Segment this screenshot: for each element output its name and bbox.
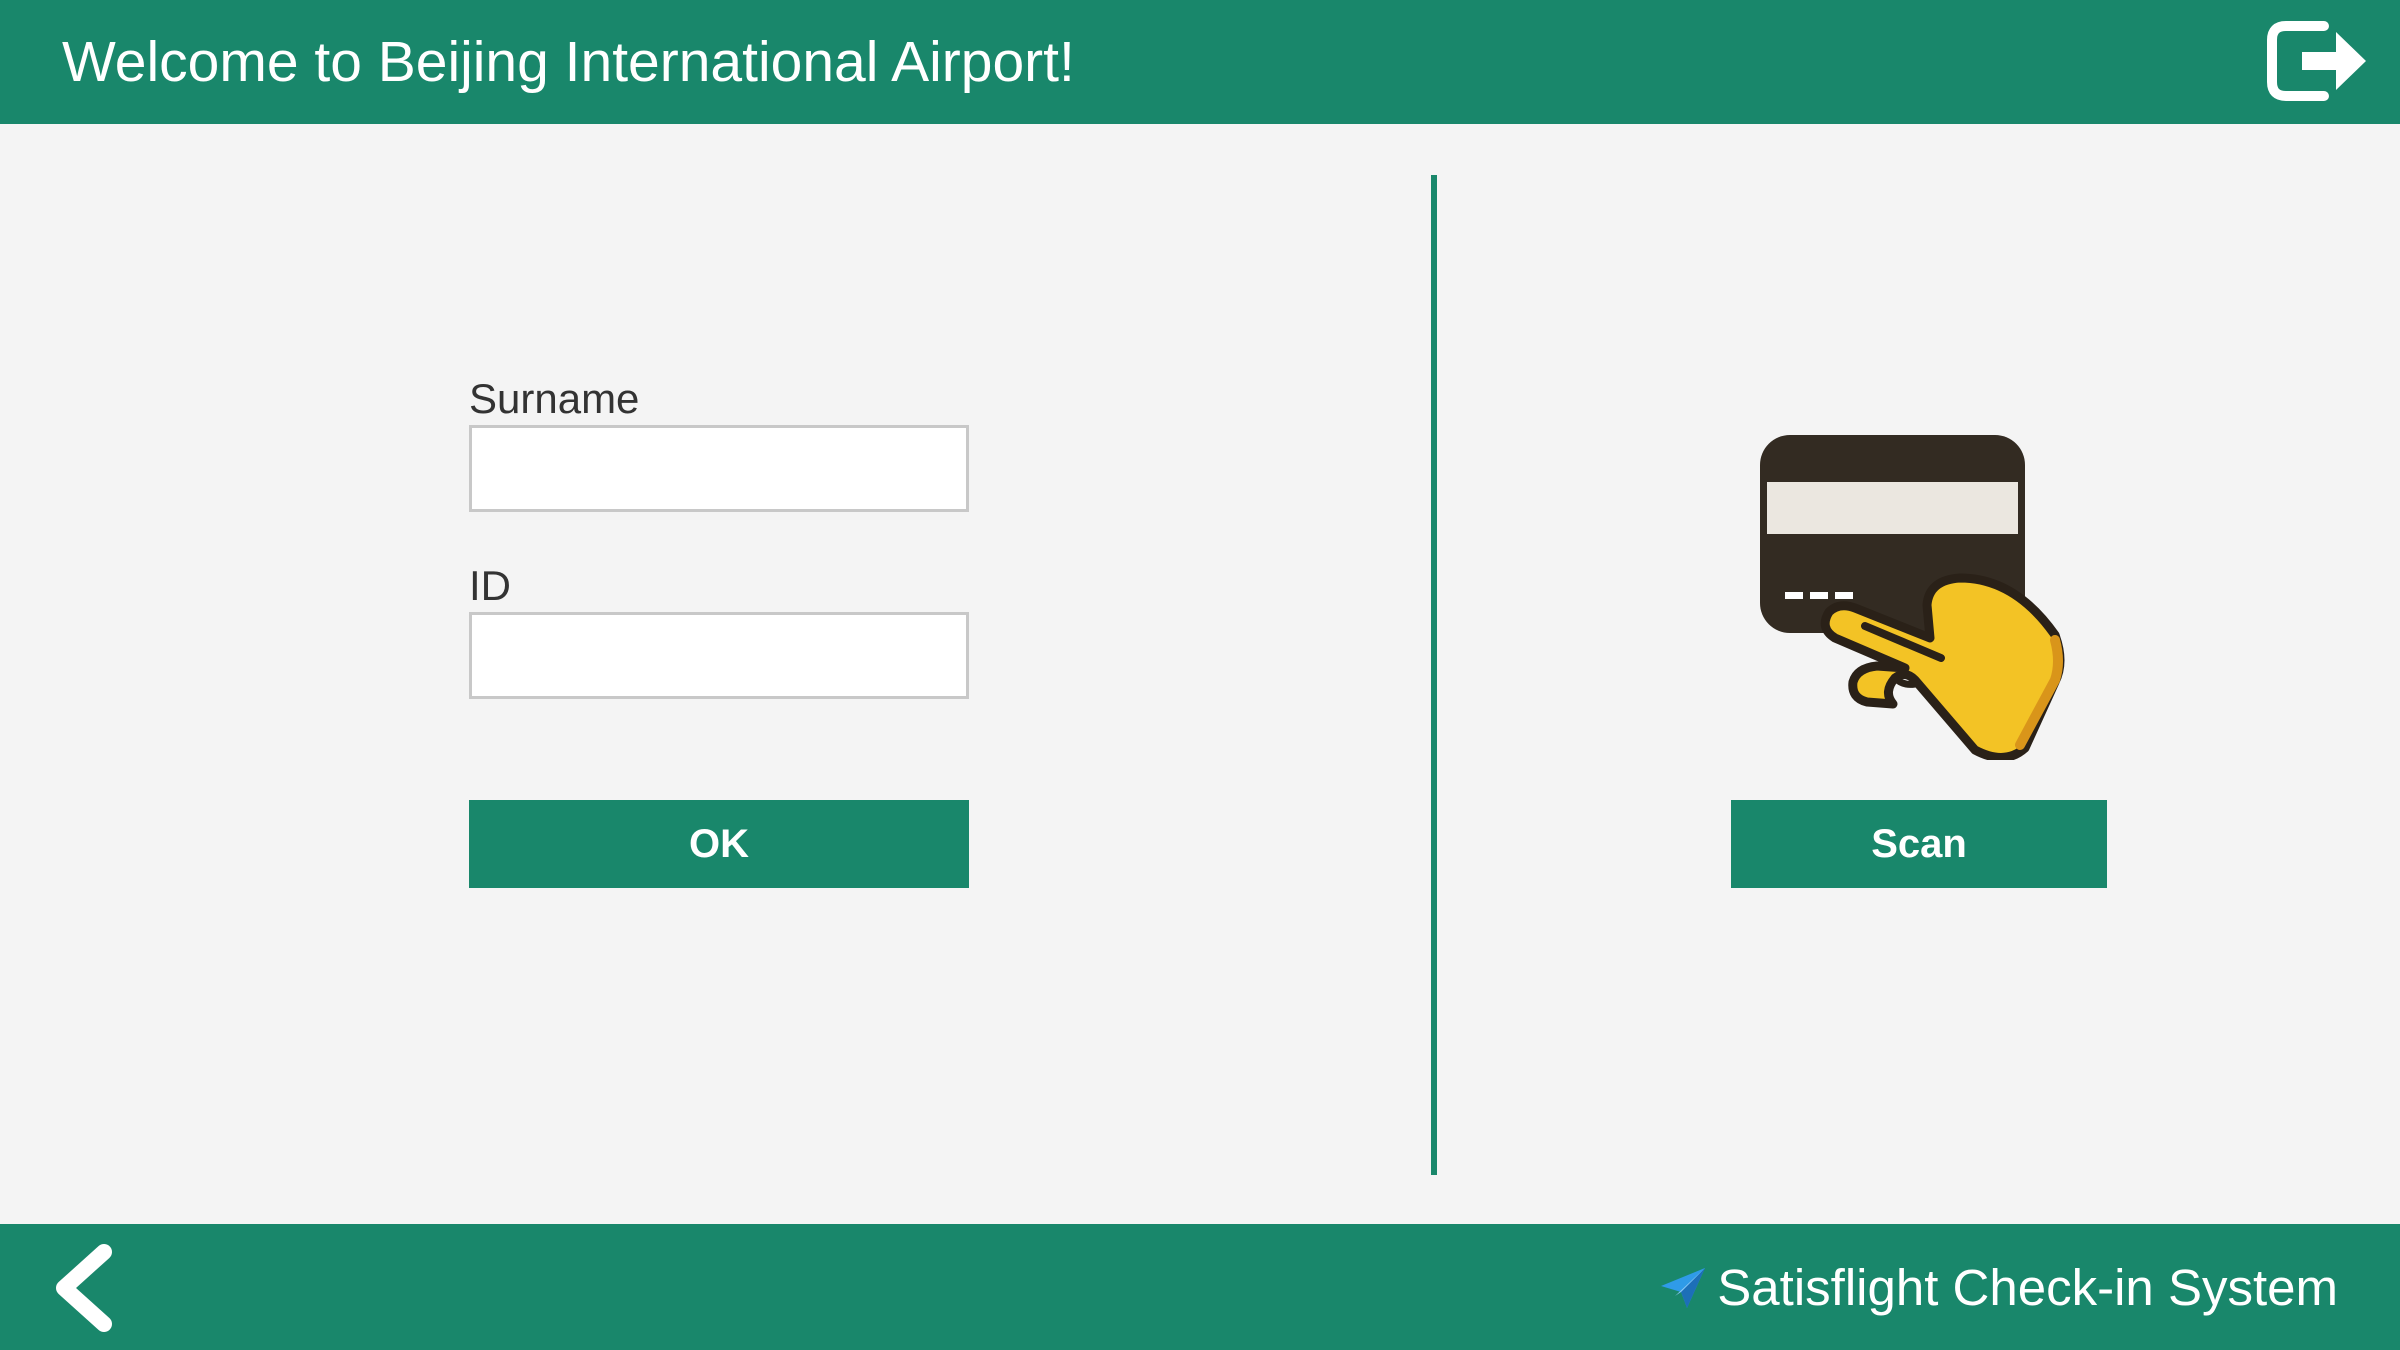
main-content: Surname ID OK Scan — [0, 124, 2400, 1224]
logout-button[interactable] — [2262, 14, 2372, 108]
surname-input[interactable] — [469, 425, 969, 512]
card-in-hand-icon — [1755, 430, 2165, 762]
brand-lockup: Satisflight Check-in System — [1659, 1258, 2338, 1318]
page-title: Welcome to Beijing International Airport… — [62, 30, 1075, 94]
id-label: ID — [469, 562, 511, 609]
brand-text: Satisflight Check-in System — [1717, 1259, 2338, 1316]
surname-label: Surname — [469, 375, 640, 422]
divider — [1431, 175, 1437, 1175]
footer-bar: Satisflight Check-in System — [0, 1224, 2400, 1350]
logout-icon — [2267, 21, 2366, 101]
chevron-left-icon — [56, 1244, 112, 1332]
id-input[interactable] — [469, 612, 969, 699]
scan-button[interactable]: Scan — [1731, 800, 2107, 888]
header-bar: Welcome to Beijing International Airport… — [0, 0, 2400, 124]
paper-plane-icon — [1661, 1268, 1706, 1308]
ok-button[interactable]: OK — [469, 800, 969, 888]
back-button[interactable] — [46, 1242, 126, 1334]
